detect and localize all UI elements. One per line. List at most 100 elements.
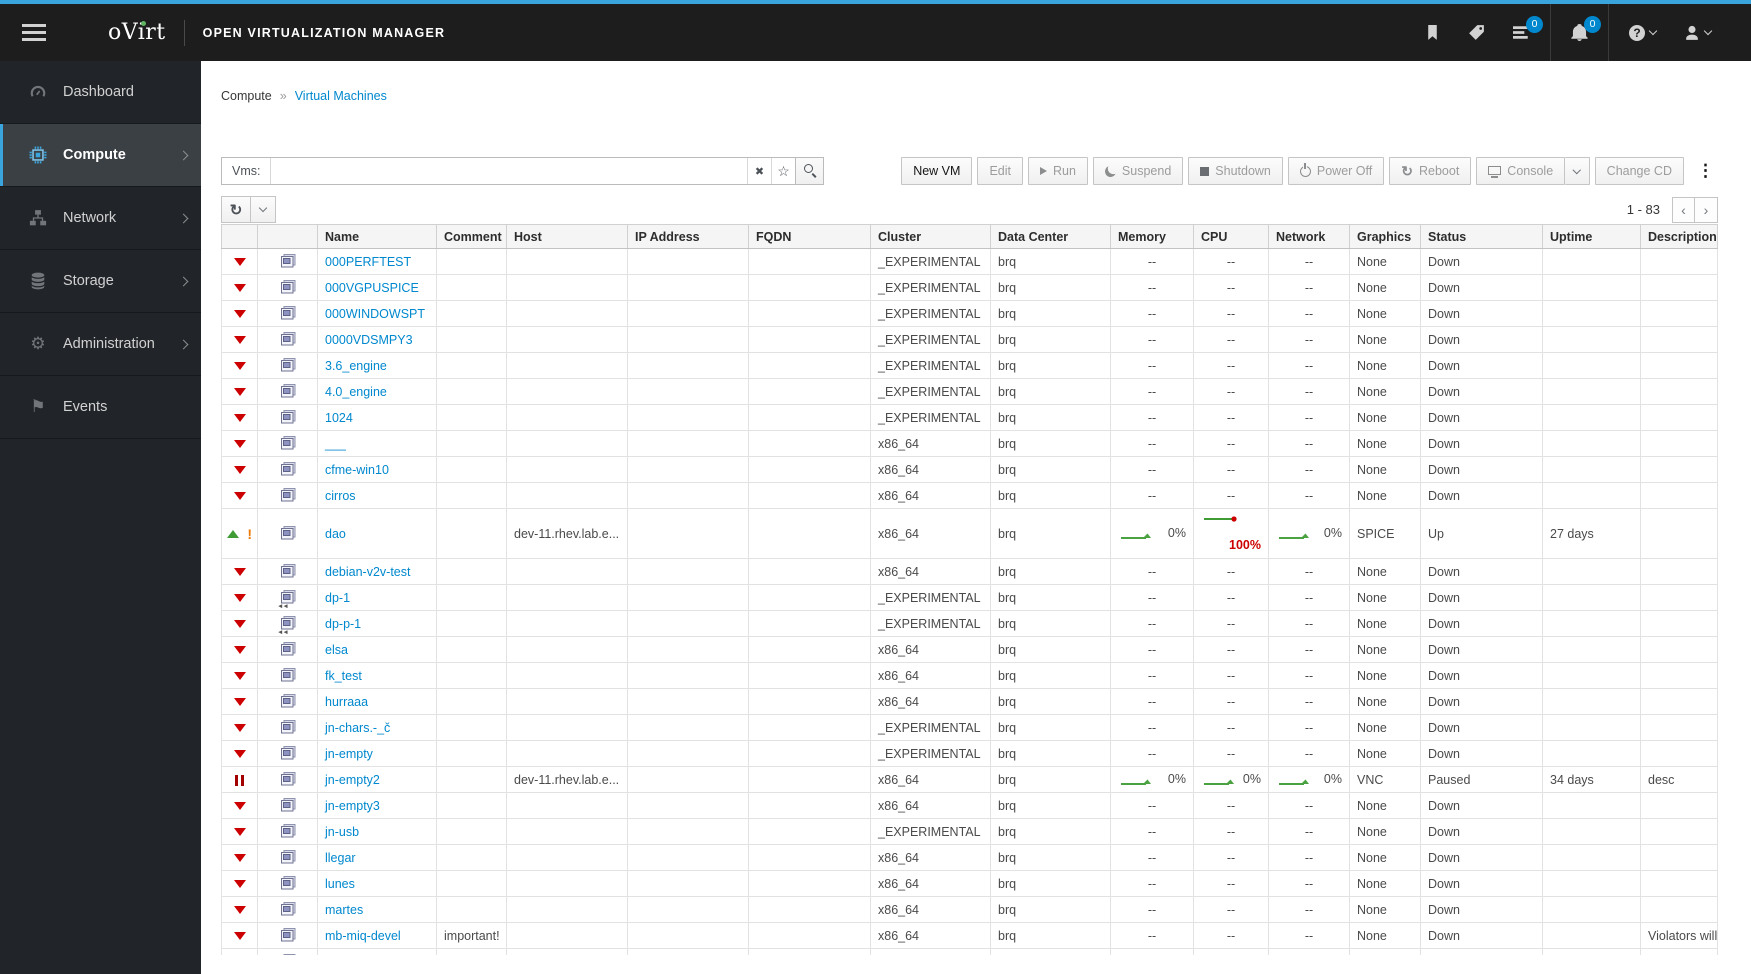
column-header-cpu[interactable]: CPU	[1193, 224, 1269, 249]
vm-name-link[interactable]: mb-miq-devel	[325, 929, 401, 943]
shutdown-button[interactable]: Shutdown	[1188, 157, 1283, 185]
sidebar-item-storage[interactable]: Storage	[0, 250, 201, 313]
console-button[interactable]: Console	[1476, 157, 1566, 185]
suspend-button[interactable]: Suspend	[1092, 157, 1184, 185]
clear-search-button[interactable]: ✖	[747, 158, 771, 184]
help-menu-button[interactable]: ?	[1615, 4, 1670, 61]
vm-name-link[interactable]: jn-usb	[325, 825, 359, 839]
vm-name-link[interactable]: debian-v2v-test	[325, 565, 410, 579]
sidebar-item-dashboard[interactable]: Dashboard	[0, 61, 201, 124]
vm-name-link[interactable]: dp-p-1	[325, 617, 361, 631]
next-page-button[interactable]: ›	[1695, 196, 1718, 223]
search-button[interactable]	[796, 157, 824, 185]
table-row[interactable]: ! ◄◄ dp-p-1 _EXPERIMENTAL brq -- -- -- N…	[221, 610, 1718, 637]
vm-name-link[interactable]: 3.6_engine	[325, 359, 387, 373]
breadcrumb-compute-link[interactable]: Compute	[221, 89, 272, 103]
table-row[interactable]: ! ◄◄ 0000VDSMPY3 _EXPERIMENTAL brq -- --…	[221, 326, 1718, 353]
table-row[interactable]: ! ◄◄ 4.0_engine _EXPERIMENTAL brq -- -- …	[221, 378, 1718, 405]
notifications-button[interactable]: 0	[1557, 4, 1602, 61]
search-input[interactable]	[271, 158, 747, 184]
bookmark-search-button[interactable]: ☆	[771, 158, 795, 184]
column-header-cluster[interactable]: Cluster	[870, 224, 991, 249]
vm-name-link[interactable]: 0000VDSMPY3	[325, 333, 413, 347]
vm-name-link[interactable]: jn-chars.-_č	[325, 721, 390, 735]
user-menu-button[interactable]	[1670, 4, 1725, 61]
column-header-fqdn[interactable]: FQDN	[748, 224, 871, 249]
refresh-button[interactable]: ↻	[221, 196, 251, 223]
reboot-button[interactable]: ↻ Reboot	[1389, 157, 1472, 185]
sidebar-item-events[interactable]: ⚑ Events	[0, 376, 201, 439]
change-cd-button[interactable]: Change CD	[1594, 157, 1684, 185]
hamburger-menu-button[interactable]	[0, 4, 60, 61]
sidebar-item-network[interactable]: Network	[0, 187, 201, 250]
column-header-memory[interactable]: Memory	[1110, 224, 1194, 249]
vm-name-link[interactable]: fk_test	[325, 669, 362, 683]
vm-name-link[interactable]: jn-empty3	[325, 799, 380, 813]
vm-name-link[interactable]: 000WINDOWSPT	[325, 307, 425, 321]
power-off-button[interactable]: Power Off	[1287, 157, 1385, 185]
column-header-host[interactable]: Host	[506, 224, 628, 249]
table-row[interactable]: ! ◄◄ 000VGPUSPICE _EXPERIMENTAL brq -- -…	[221, 274, 1718, 301]
vm-name-link[interactable]: llegar	[325, 851, 356, 865]
sidebar-item-compute[interactable]: Compute	[0, 124, 201, 187]
table-row[interactable]: ! ◄◄ jn-usb _EXPERIMENTAL brq -- -- -- N…	[221, 818, 1718, 845]
table-row[interactable]: ! ◄◄ 3.6_engine _EXPERIMENTAL brq -- -- …	[221, 352, 1718, 379]
vm-name-link[interactable]: jn-empty2	[325, 773, 380, 787]
run-button[interactable]: Run	[1027, 157, 1088, 185]
vm-name-link[interactable]: martes	[325, 903, 363, 917]
column-header-uptime[interactable]: Uptime	[1542, 224, 1641, 249]
vm-name-link[interactable]: cirros	[325, 489, 356, 503]
table-row[interactable]: ! ◄◄ jn-empty2 dev-11.rhev.lab.e... x86_…	[221, 766, 1718, 793]
breadcrumb-current-page[interactable]: Virtual Machines	[295, 89, 387, 103]
bookmarks-button[interactable]	[1411, 4, 1454, 61]
column-header-comment[interactable]: Comment	[436, 224, 507, 249]
column-header-description[interactable]: Description	[1640, 224, 1718, 249]
column-header-icon[interactable]	[221, 224, 258, 249]
column-header-icon[interactable]	[257, 224, 318, 249]
table-row[interactable]: ! ◄◄ martes x86_64 brq -- -- -- None Dow…	[221, 896, 1718, 923]
table-row[interactable]: ! ◄◄ hurraaa x86_64 brq -- -- -- None Do…	[221, 688, 1718, 715]
table-row[interactable]: ! ◄◄ dp-1 _EXPERIMENTAL brq -- -- -- Non…	[221, 584, 1718, 611]
vm-name-link[interactable]: 1024	[325, 411, 353, 425]
vm-name-link[interactable]: elsa	[325, 643, 348, 657]
table-row[interactable]: ! ◄◄ jn-chars.-_č _EXPERIMENTAL brq -- -…	[221, 714, 1718, 741]
table-row[interactable]: ! ◄◄ 1024 _EXPERIMENTAL brq -- -- -- Non…	[221, 404, 1718, 431]
vm-name-link[interactable]: ___	[325, 437, 346, 451]
vm-name-link[interactable]: cfme-win10	[325, 463, 389, 477]
tags-button[interactable]	[1454, 4, 1499, 61]
table-row[interactable]: ! ◄◄ jn-empty _EXPERIMENTAL brq -- -- --…	[221, 740, 1718, 767]
tasks-button[interactable]: 0	[1499, 4, 1544, 61]
column-header-data-center[interactable]: Data Center	[990, 224, 1111, 249]
table-row[interactable]: ! ◄◄ debian-v2v-test x86_64 brq -- -- --…	[221, 558, 1718, 585]
vm-name-link[interactable]: mb-net-noget	[325, 955, 399, 956]
column-header-status[interactable]: Status	[1420, 224, 1543, 249]
column-header-network[interactable]: Network	[1268, 224, 1350, 249]
table-row[interactable]: ! ◄◄ llegar x86_64 brq -- -- -- None Dow…	[221, 844, 1718, 871]
vm-name-link[interactable]: lunes	[325, 877, 355, 891]
refresh-rate-dropdown-button[interactable]	[251, 196, 276, 223]
table-row[interactable]: ! ◄◄ cirros x86_64 brq -- -- -- None Dow…	[221, 482, 1718, 509]
edit-button[interactable]: Edit	[977, 157, 1023, 185]
table-row[interactable]: ! ◄◄ 000WINDOWSPT _EXPERIMENTAL brq -- -…	[221, 300, 1718, 327]
vm-name-link[interactable]: hurraaa	[325, 695, 368, 709]
table-row[interactable]: ! ◄◄ elsa x86_64 brq -- -- -- None Down	[221, 636, 1718, 663]
table-row[interactable]: ! ◄◄ mb-net-noget x86_64 brq -- -- -- No…	[221, 948, 1718, 956]
table-row[interactable]: ! ◄◄ jn-empty3 x86_64 brq -- -- -- None …	[221, 792, 1718, 819]
table-row[interactable]: ! ◄◄ cfme-win10 x86_64 brq -- -- -- None…	[221, 456, 1718, 483]
kebab-menu-button[interactable]: ⋮	[1693, 161, 1718, 181]
console-dropdown-button[interactable]	[1565, 157, 1590, 185]
column-header-graphics[interactable]: Graphics	[1349, 224, 1421, 249]
column-header-name[interactable]: Name	[317, 224, 437, 249]
vm-name-link[interactable]: 4.0_engine	[325, 385, 387, 399]
sidebar-item-administration[interactable]: ⚙ Administration	[0, 313, 201, 376]
table-row[interactable]: ! ◄◄ fk_test x86_64 brq -- -- -- None Do…	[221, 662, 1718, 689]
vm-name-link[interactable]: jn-empty	[325, 747, 373, 761]
vm-name-link[interactable]: 000PERFTEST	[325, 255, 411, 269]
vm-name-link[interactable]: 000VGPUSPICE	[325, 281, 419, 295]
table-row[interactable]: ! ◄◄ mb-miq-devel important! x86_64 brq …	[221, 922, 1718, 949]
table-row[interactable]: ! ◄◄ ___ x86_64 brq -- -- -- None Down	[221, 430, 1718, 457]
prev-page-button[interactable]: ‹	[1672, 196, 1695, 223]
table-row[interactable]: ! ◄◄ 000PERFTEST _EXPERIMENTAL brq -- --…	[221, 248, 1718, 275]
new-vm-button[interactable]: New VM	[901, 157, 973, 185]
column-header-ip-address[interactable]: IP Address	[627, 224, 749, 249]
